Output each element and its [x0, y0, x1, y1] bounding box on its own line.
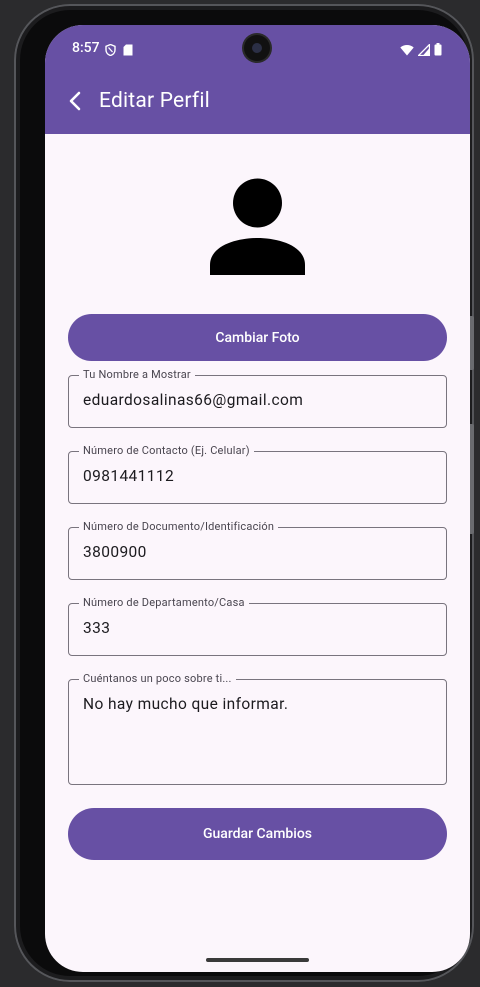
- apartment-number-value: 333: [83, 619, 111, 637]
- document-number-value: 3800900: [83, 543, 147, 561]
- save-changes-button[interactable]: Guardar Cambios: [68, 808, 447, 860]
- person-icon: [208, 178, 307, 281]
- app-bar: Editar Perfil: [45, 71, 470, 134]
- front-camera: [244, 35, 270, 61]
- home-indicator[interactable]: [206, 958, 309, 962]
- display-name-value: eduardosalinas66@gmail.com: [83, 391, 304, 409]
- signal-icon: [416, 41, 431, 60]
- screen: 8:57 Editar Perfil Cambiar Foto Tu Nombr…: [45, 25, 470, 972]
- apartment-number-label: Número de Departamento/Casa: [79, 596, 249, 610]
- phone-frame: 8:57 Editar Perfil Cambiar Foto Tu Nombr…: [14, 4, 474, 982]
- document-number-field[interactable]: Número de Documento/Identificación 38009…: [68, 520, 447, 580]
- contact-number-value: 0981441112: [83, 467, 175, 485]
- display-name-label: Tu Nombre a Mostrar: [79, 368, 195, 382]
- shield-icon: [105, 41, 116, 60]
- display-name-field[interactable]: Tu Nombre a Mostrar eduardosalinas66@gma…: [68, 368, 447, 428]
- contact-number-field[interactable]: Número de Contacto (Ej. Celular) 0981441…: [68, 444, 447, 504]
- profile-avatar: [208, 177, 307, 281]
- about-me-label: Cuéntanos un poco sobre ti...: [79, 672, 236, 686]
- arrow-back-icon: [67, 91, 83, 115]
- battery-icon: [434, 41, 442, 60]
- apartment-number-field[interactable]: Número de Departamento/Casa 333: [68, 596, 447, 656]
- status-time: 8:57: [72, 40, 100, 56]
- status-bar: 8:57: [45, 25, 470, 71]
- contact-number-label: Número de Contacto (Ej. Celular): [79, 444, 254, 458]
- change-photo-button[interactable]: Cambiar Foto: [68, 314, 447, 361]
- page-title: Editar Perfil: [99, 89, 210, 113]
- wifi-icon: [400, 41, 414, 60]
- document-number-label: Número de Documento/Identificación: [79, 520, 279, 534]
- sd-card-icon: [123, 41, 133, 60]
- about-me-textarea[interactable]: Cuéntanos un poco sobre ti... No hay muc…: [68, 672, 447, 785]
- back-button[interactable]: [59, 87, 91, 119]
- about-me-value: No hay mucho que informar.: [83, 695, 289, 713]
